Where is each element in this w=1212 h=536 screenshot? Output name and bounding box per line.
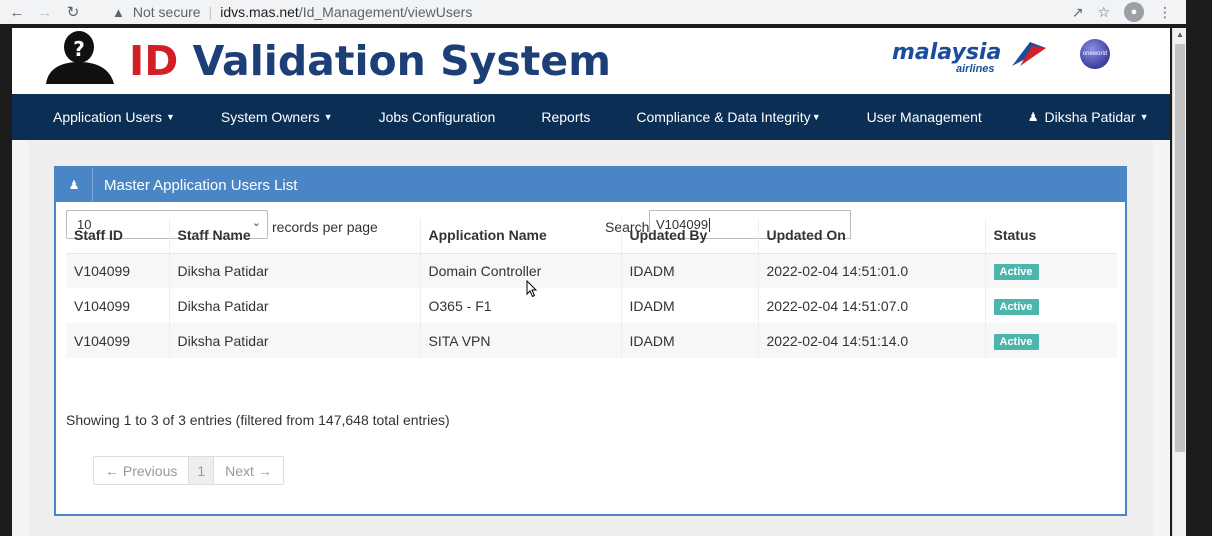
malaysia-airlines-logo: malaysia airlines [892,40,1047,80]
svg-text:?: ? [73,37,85,61]
cell-staff-id: V104099 [66,288,170,323]
table-row[interactable]: V104099 Diksha Patidar O365 - F1 IDADM 2… [66,288,1117,323]
cell-updated-on: 2022-02-04 14:51:01.0 [758,253,986,288]
airline-submark: airlines [956,63,995,75]
users-panel: ♟ Master Application Users List 10 ⌄ rec… [54,166,1127,516]
browser-toolbar: ← → ↻ ▲ Not secure | idvs.mas.net/Id_Man… [0,0,1186,24]
nav-current-user[interactable]: ♟ Diksha Patidar ▼ [1028,109,1149,125]
cell-staff-id: V104099 [66,253,170,288]
reload-icon[interactable]: ↻ [62,1,84,23]
nav-reports[interactable]: Reports [541,109,590,125]
nav-label: Jobs Configuration [378,109,496,125]
bookmark-star-icon[interactable]: ☆ [1097,4,1110,21]
caret-down-icon: ▼ [323,112,333,122]
forward-icon[interactable]: → [34,1,56,23]
cell-staff-name: Diksha Patidar [169,323,421,358]
nav-system-owners[interactable]: System Owners ▼ [221,109,333,125]
column-header[interactable]: Staff ID [66,218,170,254]
table-header-row: Staff ID Staff Name Application Name Upd… [66,218,1117,254]
title-id: ID [129,37,179,85]
table-row[interactable]: V104099 Diksha Patidar Domain Controller… [66,253,1117,288]
airline-wordmark: malaysia [892,40,1002,65]
nav-label: System Owners [220,109,320,125]
warning-icon[interactable]: ▲ [112,5,125,20]
oneworld-text: oneworld [1082,51,1108,57]
airline-kite-icon [1012,42,1046,66]
cell-application: O365 - F1 [420,288,622,323]
back-icon[interactable]: ← [6,1,28,23]
user-icon: ♟ [1027,110,1039,124]
title-rest: Validation System [178,37,611,85]
caret-down-icon: ▼ [1139,112,1149,122]
next-page-button[interactable]: Next → [214,457,283,484]
scrollbar-thumb[interactable] [1175,44,1185,452]
cell-status: Active [985,288,1117,323]
panel-title: Master Application Users List [104,176,298,194]
cell-application: Domain Controller [420,253,622,288]
id-figure-logo-icon: ? [46,31,114,84]
nav-user-management[interactable]: User Management [867,109,982,125]
page-viewport: ? ID Validation System malaysia airlines… [12,28,1170,536]
nav-label: Reports [541,109,591,125]
table-info: Showing 1 to 3 of 3 entries (filtered fr… [66,412,450,428]
main-content: ♟ Master Application Users List 10 ⌄ rec… [29,140,1153,536]
nav-label: Compliance & Data Integrity [636,109,811,125]
security-label: Not secure [132,4,201,20]
browser-actions: ↗ ☆ ● ⋮ [1072,2,1172,22]
nav-label: Application Users [53,109,162,125]
url-host: idvs.mas.net [220,4,299,20]
column-header[interactable]: Application Name [420,218,622,254]
column-header[interactable]: Staff Name [169,218,421,254]
panel-header: ♟ Master Application Users List [56,168,1125,202]
nav-label: User Management [866,109,982,125]
system-title: ID Validation System [129,36,611,86]
cell-staff-id: V104099 [66,323,170,358]
status-badge: Active [993,263,1039,280]
cell-updated-on: 2022-02-04 14:51:14.0 [758,323,986,358]
caret-down-icon: ▼ [165,112,175,122]
address-bar[interactable]: ▲ Not secure | idvs.mas.net/Id_Managemen… [112,1,1122,23]
cell-updated-on: 2022-02-04 14:51:07.0 [758,288,986,323]
main-navbar: Application Users ▼ System Owners ▼ Jobs C… [12,94,1170,140]
cell-staff-name: Diksha Patidar [169,253,421,288]
cell-updated-by: IDADM [621,253,759,288]
page-scrollbar[interactable]: ▲ [1172,28,1186,536]
user-icon: ♟ [56,168,93,202]
column-header[interactable]: Updated On [758,218,986,254]
oneworld-logo: oneworld [1080,39,1110,69]
column-header[interactable]: Status [985,218,1117,254]
nav-jobs-configuration[interactable]: Jobs Configuration [379,109,496,125]
users-table: Staff ID Staff Name Application Name Upd… [66,218,1117,358]
nav-application-users[interactable]: Application Users ▼ [53,109,175,125]
status-badge: Active [993,298,1039,315]
status-badge: Active [993,333,1039,350]
cell-status: Active [985,323,1117,358]
page-1-button[interactable]: 1 [188,457,215,484]
cell-updated-by: IDADM [621,288,759,323]
site-header: ? ID Validation System malaysia airlines… [12,28,1170,94]
cell-application: SITA VPN [420,323,622,358]
nav-label: Diksha Patidar [1044,109,1136,125]
table-row[interactable]: V104099 Diksha Patidar SITA VPN IDADM 20… [66,323,1117,358]
cell-status: Active [985,253,1117,288]
profile-avatar-icon[interactable]: ● [1124,2,1144,22]
nav-compliance[interactable]: Compliance & Data Integrity ▼ [636,109,820,125]
address-separator: | [208,4,213,20]
previous-page-button[interactable]: ← Previous [94,457,188,484]
menu-kebab-icon[interactable]: ⋮ [1158,4,1172,21]
share-icon[interactable]: ↗ [1072,4,1084,21]
scroll-up-icon[interactable]: ▲ [1176,30,1184,39]
mouse-pointer-icon [526,280,538,298]
column-header[interactable]: Updated By [621,218,759,254]
cell-staff-name: Diksha Patidar [169,288,421,323]
url-path: /Id_Management/viewUsers [298,4,473,20]
caret-down-icon: ▼ [811,112,821,122]
pagination: ← Previous 1 Next → [93,456,284,485]
cell-updated-by: IDADM [621,323,759,358]
